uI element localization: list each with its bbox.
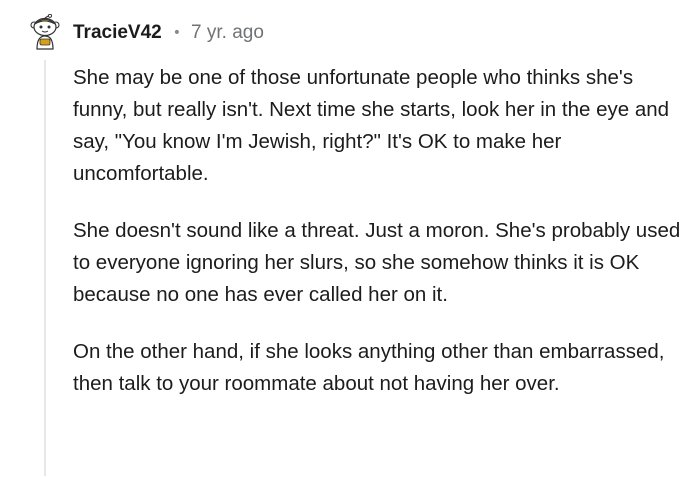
comment-body: She may be one of those unfortunate peop… — [73, 62, 683, 400]
comment-paragraph: On the other hand, if she looks anything… — [73, 340, 665, 395]
thread-collapse-line[interactable] — [44, 60, 46, 476]
comment: TracieV42 • 7 yr. ago She may be one of … — [0, 0, 700, 477]
comment-timestamp[interactable]: 7 yr. ago — [191, 22, 264, 44]
meta-separator: • — [172, 25, 182, 41]
author-username[interactable]: TracieV42 — [73, 22, 162, 44]
comment-header: TracieV42 • 7 yr. ago — [73, 20, 264, 46]
comment-paragraph: She doesn't sound like a threat. Just a … — [73, 219, 681, 306]
comment-paragraph: She may be one of those unfortunate peop… — [73, 66, 670, 185]
user-avatar-icon[interactable] — [27, 13, 63, 50]
